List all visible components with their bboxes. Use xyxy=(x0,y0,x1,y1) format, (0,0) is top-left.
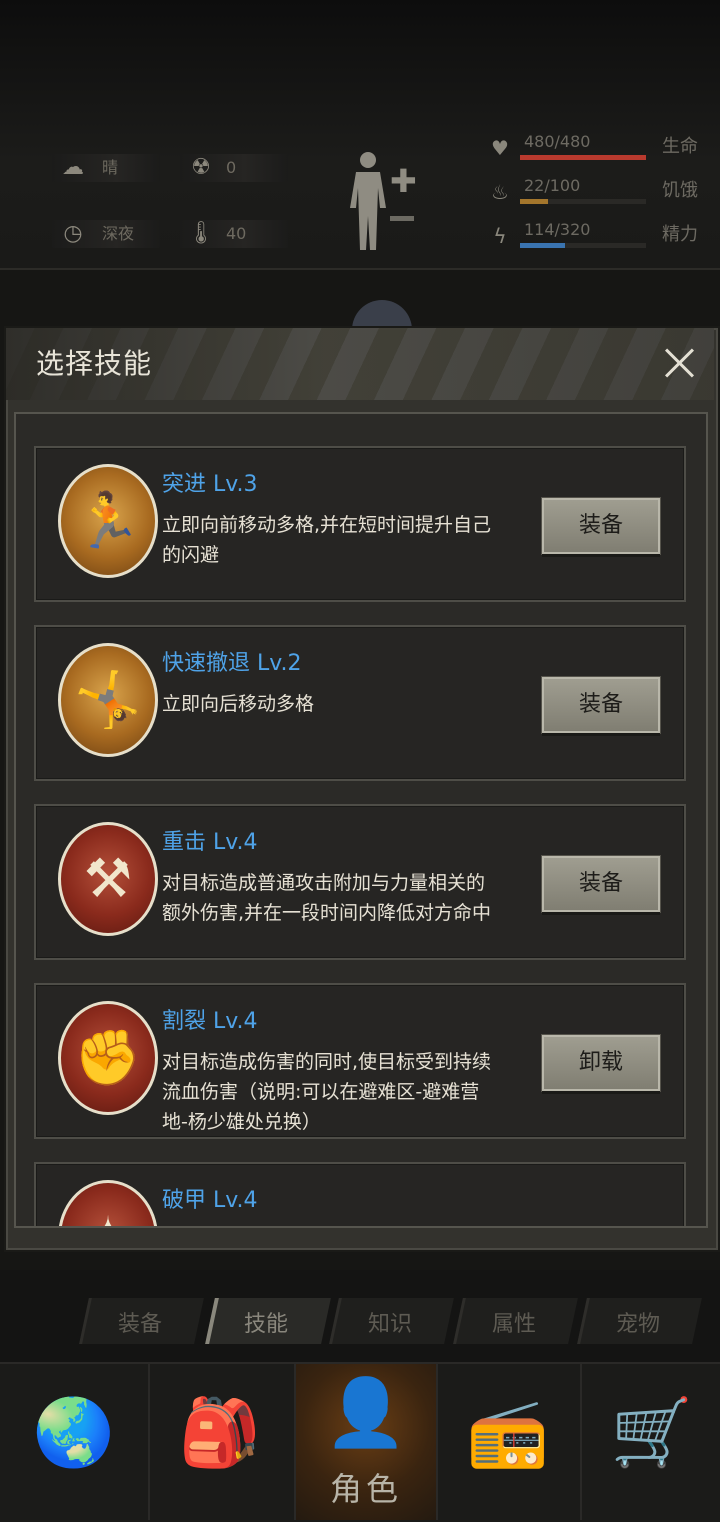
skill-desc: 对目标造成普通攻击附加与力量相关的额外伤害,并在一段时间内降低对方命中 xyxy=(162,872,492,924)
nav-character[interactable]: 👤 角色 xyxy=(296,1364,436,1520)
energy-bar xyxy=(520,243,646,248)
energy-label: 精力 xyxy=(662,224,698,245)
skill-card-retreat: 🤸 快速撤退 Lv.2 立即向后移动多格 装备 xyxy=(34,625,686,781)
cloud-icon: ☁ xyxy=(62,155,84,180)
retreat-icon: 🤸 xyxy=(58,643,158,757)
globe-icon: 🌏 xyxy=(32,1394,116,1471)
armor-break-icon: ✦ xyxy=(58,1180,158,1226)
minus-icon[interactable] xyxy=(390,216,414,221)
radiation-icon: ☢ xyxy=(191,155,211,180)
close-icon[interactable] xyxy=(660,342,700,382)
skill-list[interactable]: 🏃 突进 Lv.3 立即向前移动多格,并在短时间提升自己的闪避 装备 🤸 快速撤… xyxy=(14,412,708,1228)
skill-name: 突进 Lv.3 xyxy=(162,472,258,497)
skill-card-dash: 🏃 突进 Lv.3 立即向前移动多格,并在短时间提升自己的闪避 装备 xyxy=(34,446,686,602)
skill-card-bleed: ✊ 割裂 Lv.4 对目标造成伤害的同时,使目标受到持续流血伤害（说明:可以在避… xyxy=(34,983,686,1139)
stomach-icon: ♨ xyxy=(491,180,509,204)
equip-button[interactable]: 装备 xyxy=(542,856,660,912)
heart-icon: ♥ xyxy=(491,136,509,160)
nav-radio[interactable]: 📻 xyxy=(438,1364,578,1520)
clock-icon: ◷ xyxy=(63,221,83,246)
hunger-value: 22/100 xyxy=(524,176,581,195)
skill-desc: 立即向后移动多格 xyxy=(162,693,315,715)
character-head-icon: 👤 xyxy=(324,1374,408,1451)
nav-world-map[interactable]: 🌏 xyxy=(4,1364,144,1520)
weather-text: 晴 xyxy=(102,158,119,177)
skill-card-armor-break: ✦ 破甲 Lv.4 xyxy=(34,1162,686,1226)
hunger-row: ♨ 22/100 饥饿 xyxy=(486,176,712,210)
unequip-button[interactable]: 卸载 xyxy=(542,1035,660,1091)
time-box: ◷ 深夜 xyxy=(52,220,160,248)
walkie-talkie-icon: 📻 xyxy=(466,1394,550,1471)
health-bar xyxy=(520,155,646,160)
skill-desc: 立即向前移动多格,并在短时间提升自己的闪避 xyxy=(162,514,492,566)
dash-icon: 🏃 xyxy=(58,464,158,578)
tab-equipment-label: 装备 xyxy=(117,1312,162,1337)
skill-desc: 对目标造成伤害的同时,使目标受到持续流血伤害（说明:可以在避难区-避难营地-杨少… xyxy=(162,1051,492,1133)
nav-character-label: 角色 xyxy=(329,1470,402,1508)
energy-row: ϟ 114/320 精力 xyxy=(486,220,712,254)
skill-name: 破甲 Lv.4 xyxy=(162,1188,258,1213)
health-label: 生命 xyxy=(662,136,698,157)
skill-card-heavy-strike: ⚒ 重击 Lv.4 对目标造成普通攻击附加与力量相关的额外伤害,并在一段时间内降… xyxy=(34,804,686,960)
skill-name: 割裂 Lv.4 xyxy=(162,1009,258,1034)
tab-pets-label: 宠物 xyxy=(615,1312,660,1337)
equip-button[interactable]: 装备 xyxy=(542,677,660,733)
nav-shop[interactable]: 🛒 xyxy=(582,1364,720,1520)
health-value: 480/480 xyxy=(524,132,591,151)
hunger-bar xyxy=(520,199,646,204)
heavy-strike-icon: ⚒ xyxy=(58,822,158,936)
bleed-icon: ✊ xyxy=(58,1001,158,1115)
radiation-box: ☢ 0 xyxy=(180,154,288,182)
plus-icon[interactable]: ✚ xyxy=(390,162,417,200)
hunger-label: 饥饿 xyxy=(662,180,698,201)
nav-backpack[interactable]: 🎒 xyxy=(150,1364,290,1520)
skill-name: 重击 Lv.4 xyxy=(162,830,258,855)
backpack-icon: 🎒 xyxy=(178,1394,262,1471)
equip-button[interactable]: 装备 xyxy=(542,498,660,554)
health-row: ♥ 480/480 生命 xyxy=(486,132,712,166)
body-figure-icon[interactable] xyxy=(346,150,390,254)
radiation-value: 0 xyxy=(226,158,237,177)
temperature-box: 🌡 40 xyxy=(180,220,288,248)
energy-value: 114/320 xyxy=(524,220,591,239)
tab-attributes-label: 属性 xyxy=(491,1312,536,1337)
energy-icon: ϟ xyxy=(493,224,507,248)
temperature-value: 40 xyxy=(226,224,247,243)
dialog-title: 选择技能 xyxy=(36,347,153,380)
time-text: 深夜 xyxy=(102,224,135,243)
tab-knowledge-label: 知识 xyxy=(367,1312,412,1337)
skill-name: 快速撤退 Lv.2 xyxy=(162,651,302,676)
shopping-cart-icon: 🛒 xyxy=(610,1394,694,1471)
weather-box: ☁ 晴 xyxy=(52,154,160,182)
tab-skills-label: 技能 xyxy=(243,1312,288,1337)
thermometer-icon: 🌡 xyxy=(187,221,215,246)
